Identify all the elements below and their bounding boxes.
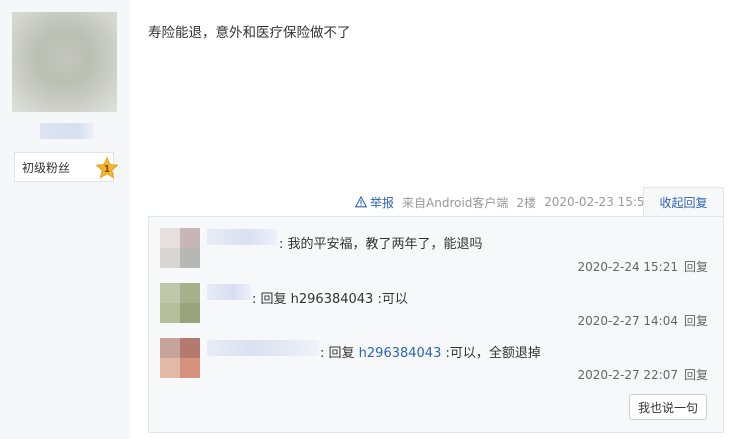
- reply-content: 我的平安福，教了两年了，能退吗: [287, 237, 483, 252]
- reply-avatar[interactable]: [160, 283, 200, 323]
- user-sidebar: 初级粉丝 1: [0, 0, 130, 439]
- username-redacted[interactable]: [40, 123, 94, 139]
- say-something-button[interactable]: 我也说一句: [629, 394, 707, 420]
- reply-list: : 我的平安福，教了两年了，能退吗 2020-2-24 15:21 回复 : 回复…: [148, 216, 724, 433]
- reply-meta: 2020-2-27 22:07 回复: [577, 366, 708, 383]
- post-time: 2020-02-23 15:51: [544, 195, 653, 209]
- report-label: 举报: [370, 195, 395, 210]
- floor-number: 2楼: [516, 195, 537, 210]
- mention-link[interactable]: h296384043: [359, 346, 442, 361]
- reply-text: : 回复 h296384043 :可以: [252, 288, 408, 307]
- collapse-replies-button[interactable]: 收起回复: [643, 187, 724, 217]
- reply-button[interactable]: 回复: [684, 260, 708, 274]
- reply-username-redacted[interactable]: [207, 340, 319, 356]
- avatar[interactable]: [12, 12, 117, 112]
- post-content: 寿险能退，意外和医疗保险做不了: [148, 25, 351, 41]
- warning-icon: [355, 196, 367, 208]
- badge-label: 初级粉丝: [22, 160, 71, 175]
- reply-time: 2020-2-27 22:07: [577, 368, 678, 382]
- badge-level-number: 1: [104, 164, 111, 175]
- report-link[interactable]: 举报: [355, 194, 394, 211]
- reply-content: :可以，全额退掉: [441, 346, 541, 361]
- reply-button[interactable]: 回复: [684, 314, 708, 328]
- reply-time: 2020-2-24 15:21: [577, 260, 678, 274]
- star-level-icon: 1: [95, 156, 119, 179]
- reply-prefix: :: [279, 237, 284, 252]
- reply-meta: 2020-2-27 14:04 回复: [577, 312, 708, 329]
- post-meta: 举报 来自Android客户端 2楼 2020-02-23 15:51: [355, 193, 652, 211]
- post-source: 来自Android客户端: [402, 195, 509, 210]
- reply-username-redacted[interactable]: [207, 229, 277, 245]
- reply-meta: 2020-2-24 15:21 回复: [577, 258, 708, 275]
- reply-content: : 回复 h296384043 :可以: [252, 292, 408, 307]
- reply-button[interactable]: 回复: [684, 368, 708, 382]
- reply-text: : 我的平安福，教了两年了，能退吗: [279, 233, 483, 252]
- reply-text: : 回复 h296384043 :可以，全额退掉: [320, 342, 541, 361]
- fan-level-badge[interactable]: 初级粉丝 1: [14, 152, 119, 182]
- reply-prefix: : 回复: [320, 346, 359, 361]
- reply-avatar[interactable]: [160, 228, 200, 268]
- reply-username-redacted[interactable]: [207, 284, 251, 300]
- reply-avatar[interactable]: [160, 338, 200, 378]
- reply-time: 2020-2-27 14:04: [577, 314, 678, 328]
